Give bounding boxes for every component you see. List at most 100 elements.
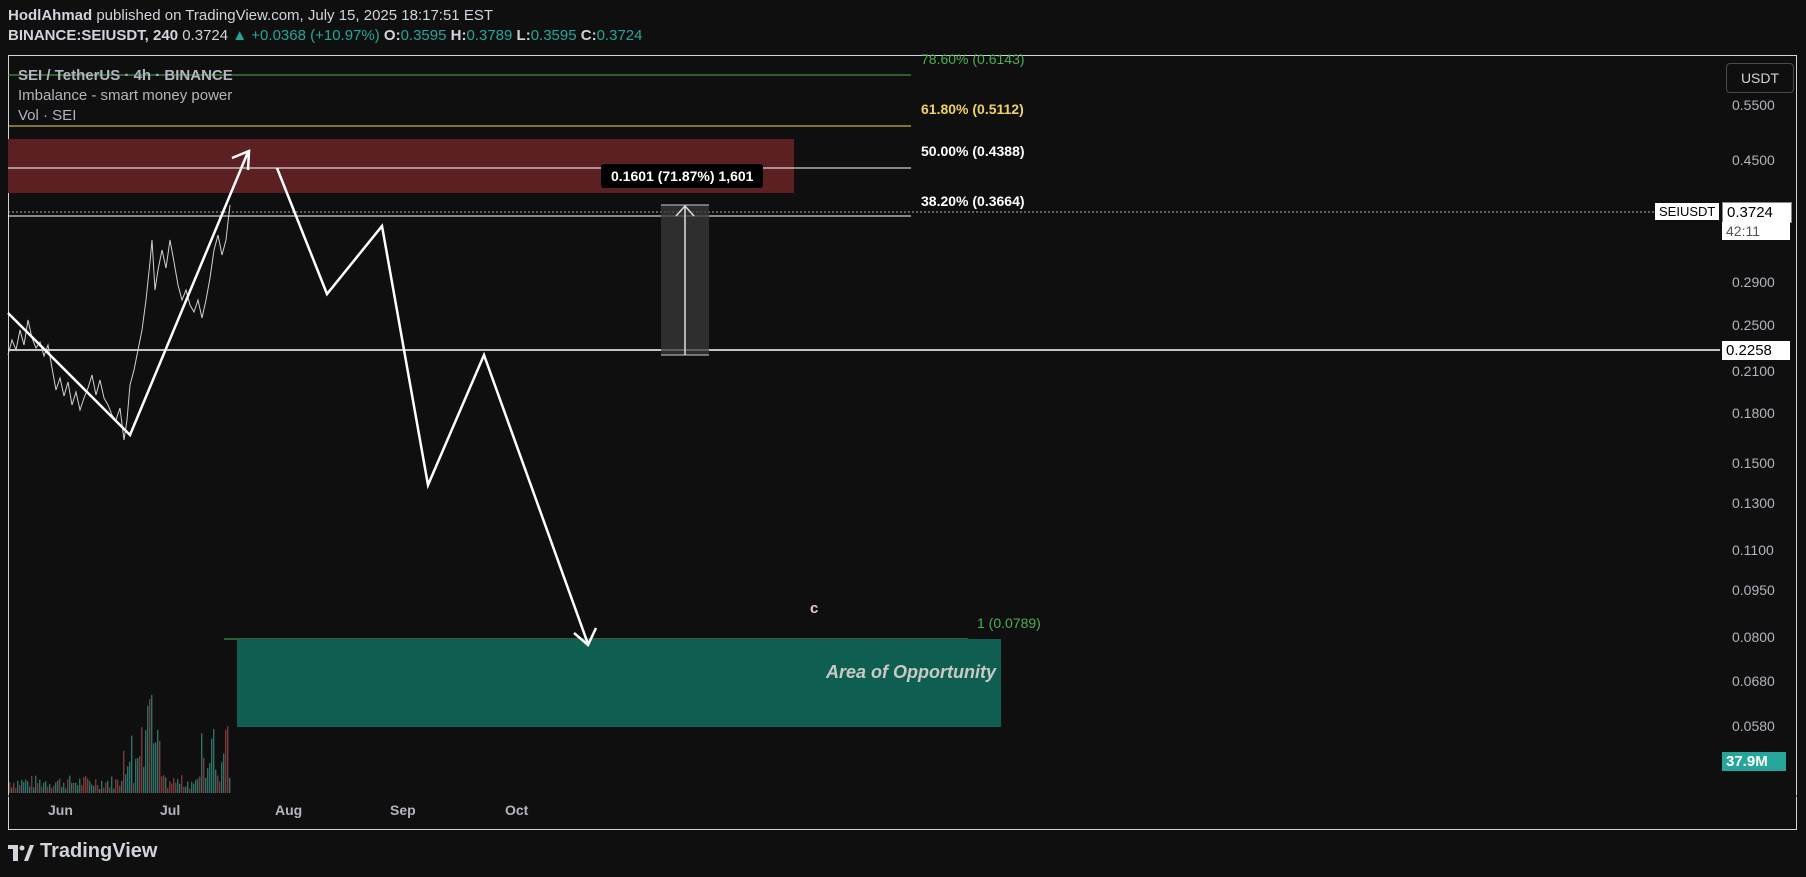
volume-bar: [137, 758, 139, 793]
projection-zigzag-2[interactable]: [275, 167, 590, 645]
volume-bar: [193, 783, 195, 793]
volume-bar: [181, 775, 183, 793]
volume-bar: [97, 785, 99, 793]
volume-bar: [129, 761, 131, 793]
volume-bar: [187, 781, 189, 793]
volume-bar: [75, 782, 77, 793]
volume-bar: [39, 779, 41, 793]
volume-bar: [111, 776, 113, 793]
volume-bar: [141, 727, 143, 793]
volume-bar: [161, 776, 163, 793]
volume-bar: [149, 699, 151, 793]
volume-bar: [185, 786, 187, 793]
volume-bar: [117, 779, 119, 793]
area-of-opportunity-label[interactable]: Area of Opportunity: [826, 662, 996, 683]
volume-bar: [179, 783, 181, 793]
tradingview-logo[interactable]: TradingView: [8, 840, 157, 863]
price-scale-label: 0.2100: [1732, 363, 1775, 379]
volume-bar: [51, 787, 53, 793]
volume-bar: [85, 776, 87, 793]
brand-name: TradingView: [40, 840, 158, 862]
volume-bar: [145, 730, 147, 793]
volume-bar: [17, 780, 19, 793]
volume-bar: [35, 775, 37, 793]
volume-bar: [67, 779, 69, 793]
volume-bar: [195, 779, 197, 793]
volume-bar: [157, 729, 159, 793]
volume-bar: [101, 780, 103, 793]
volume-bar: [47, 786, 49, 793]
volume-bar: [127, 766, 129, 793]
volume-bar: [153, 743, 155, 793]
chart-legend: SEI / TetherUS · 4h · BINANCE Imbalance …: [18, 66, 233, 126]
volume-bar: [159, 740, 161, 793]
volume-bar: [73, 782, 75, 793]
legend-volume[interactable]: Vol · SEI: [18, 106, 233, 126]
projection-zigzag-1[interactable]: [7, 151, 250, 438]
time-axis-label: Sep: [390, 802, 416, 818]
volume-bar: [95, 779, 97, 793]
legend-indicator[interactable]: Imbalance - smart money power: [18, 86, 233, 106]
fib-label-786: 78.60% (0.6143): [921, 51, 1025, 67]
volume-bar: [223, 753, 225, 793]
volume-bar: [165, 777, 167, 793]
volume-bar: [119, 785, 121, 793]
level-price-tag: 0.2258: [1722, 341, 1790, 360]
volume-bar: [79, 778, 81, 793]
volume-bar: [215, 769, 217, 793]
volume-bar: [197, 778, 199, 793]
volume-bar: [191, 781, 193, 793]
price-scale[interactable]: 0.5500 0.4500 0.2900 0.2500 0.2100 0.1800 0.15…: [1720, 55, 1797, 796]
volume-bar: [37, 783, 39, 793]
volume-bar: [113, 788, 115, 793]
countdown-tag: 42:11: [1722, 222, 1790, 240]
volume-bar: [139, 755, 141, 793]
time-axis-label: Oct: [505, 802, 529, 818]
volume-bar: [19, 785, 21, 793]
volume-bar: [147, 705, 149, 793]
time-axis[interactable]: Jun Jul Aug Sep Oct: [8, 796, 1720, 830]
price-scale-label: 0.5500: [1732, 97, 1775, 113]
volume-bar: [53, 785, 55, 793]
volume-bar: [23, 782, 25, 793]
volume-bar: [213, 728, 215, 793]
volume-bar: [45, 781, 47, 793]
volume-bar: [151, 695, 153, 793]
price-series: [7, 204, 231, 441]
chart-canvas[interactable]: [0, 0, 1806, 877]
volume-bar: [183, 786, 185, 793]
volume-bar: [43, 782, 45, 793]
volume-bar: [25, 779, 27, 793]
volume-bar: [99, 788, 101, 793]
price-scale-label: 0.0680: [1732, 673, 1775, 689]
fib-label-382: 38.20% (0.3664): [921, 193, 1025, 209]
current-price-tag: 0.3724: [1722, 202, 1792, 223]
volume-bar: [135, 758, 137, 793]
price-scale-label: 0.0800: [1732, 629, 1775, 645]
time-axis-label: Jun: [48, 802, 73, 818]
price-scale-label: 0.4500: [1732, 152, 1775, 168]
volume-bar: [49, 784, 51, 793]
volume-bar: [225, 729, 227, 793]
volume-bar: [93, 785, 95, 793]
volume-bar: [87, 778, 89, 793]
fib-label-618: 61.80% (0.5112): [921, 101, 1024, 117]
volume-bar: [209, 763, 211, 793]
volume-bar: [31, 775, 33, 793]
symbol-tag: SEIUSDT: [1655, 203, 1720, 220]
volume-bar: [169, 781, 171, 793]
volume-bar: [57, 780, 59, 793]
volume-bar: [217, 775, 219, 793]
volume-bar: [207, 767, 209, 793]
volume-bar: [229, 777, 231, 793]
legend-pair[interactable]: SEI / TetherUS · 4h · BINANCE: [18, 66, 233, 86]
measure-label[interactable]: 0.1601 (71.87%) 1,601: [601, 164, 764, 188]
volume-bar: [63, 782, 65, 793]
volume-bar: [219, 781, 221, 793]
opportunity-zone[interactable]: [237, 639, 1001, 727]
volume-bar: [121, 780, 123, 793]
volume-bar: [41, 786, 43, 793]
volume-bar: [71, 782, 73, 793]
volume-bar: [77, 785, 79, 793]
volume-bar: [103, 787, 105, 793]
